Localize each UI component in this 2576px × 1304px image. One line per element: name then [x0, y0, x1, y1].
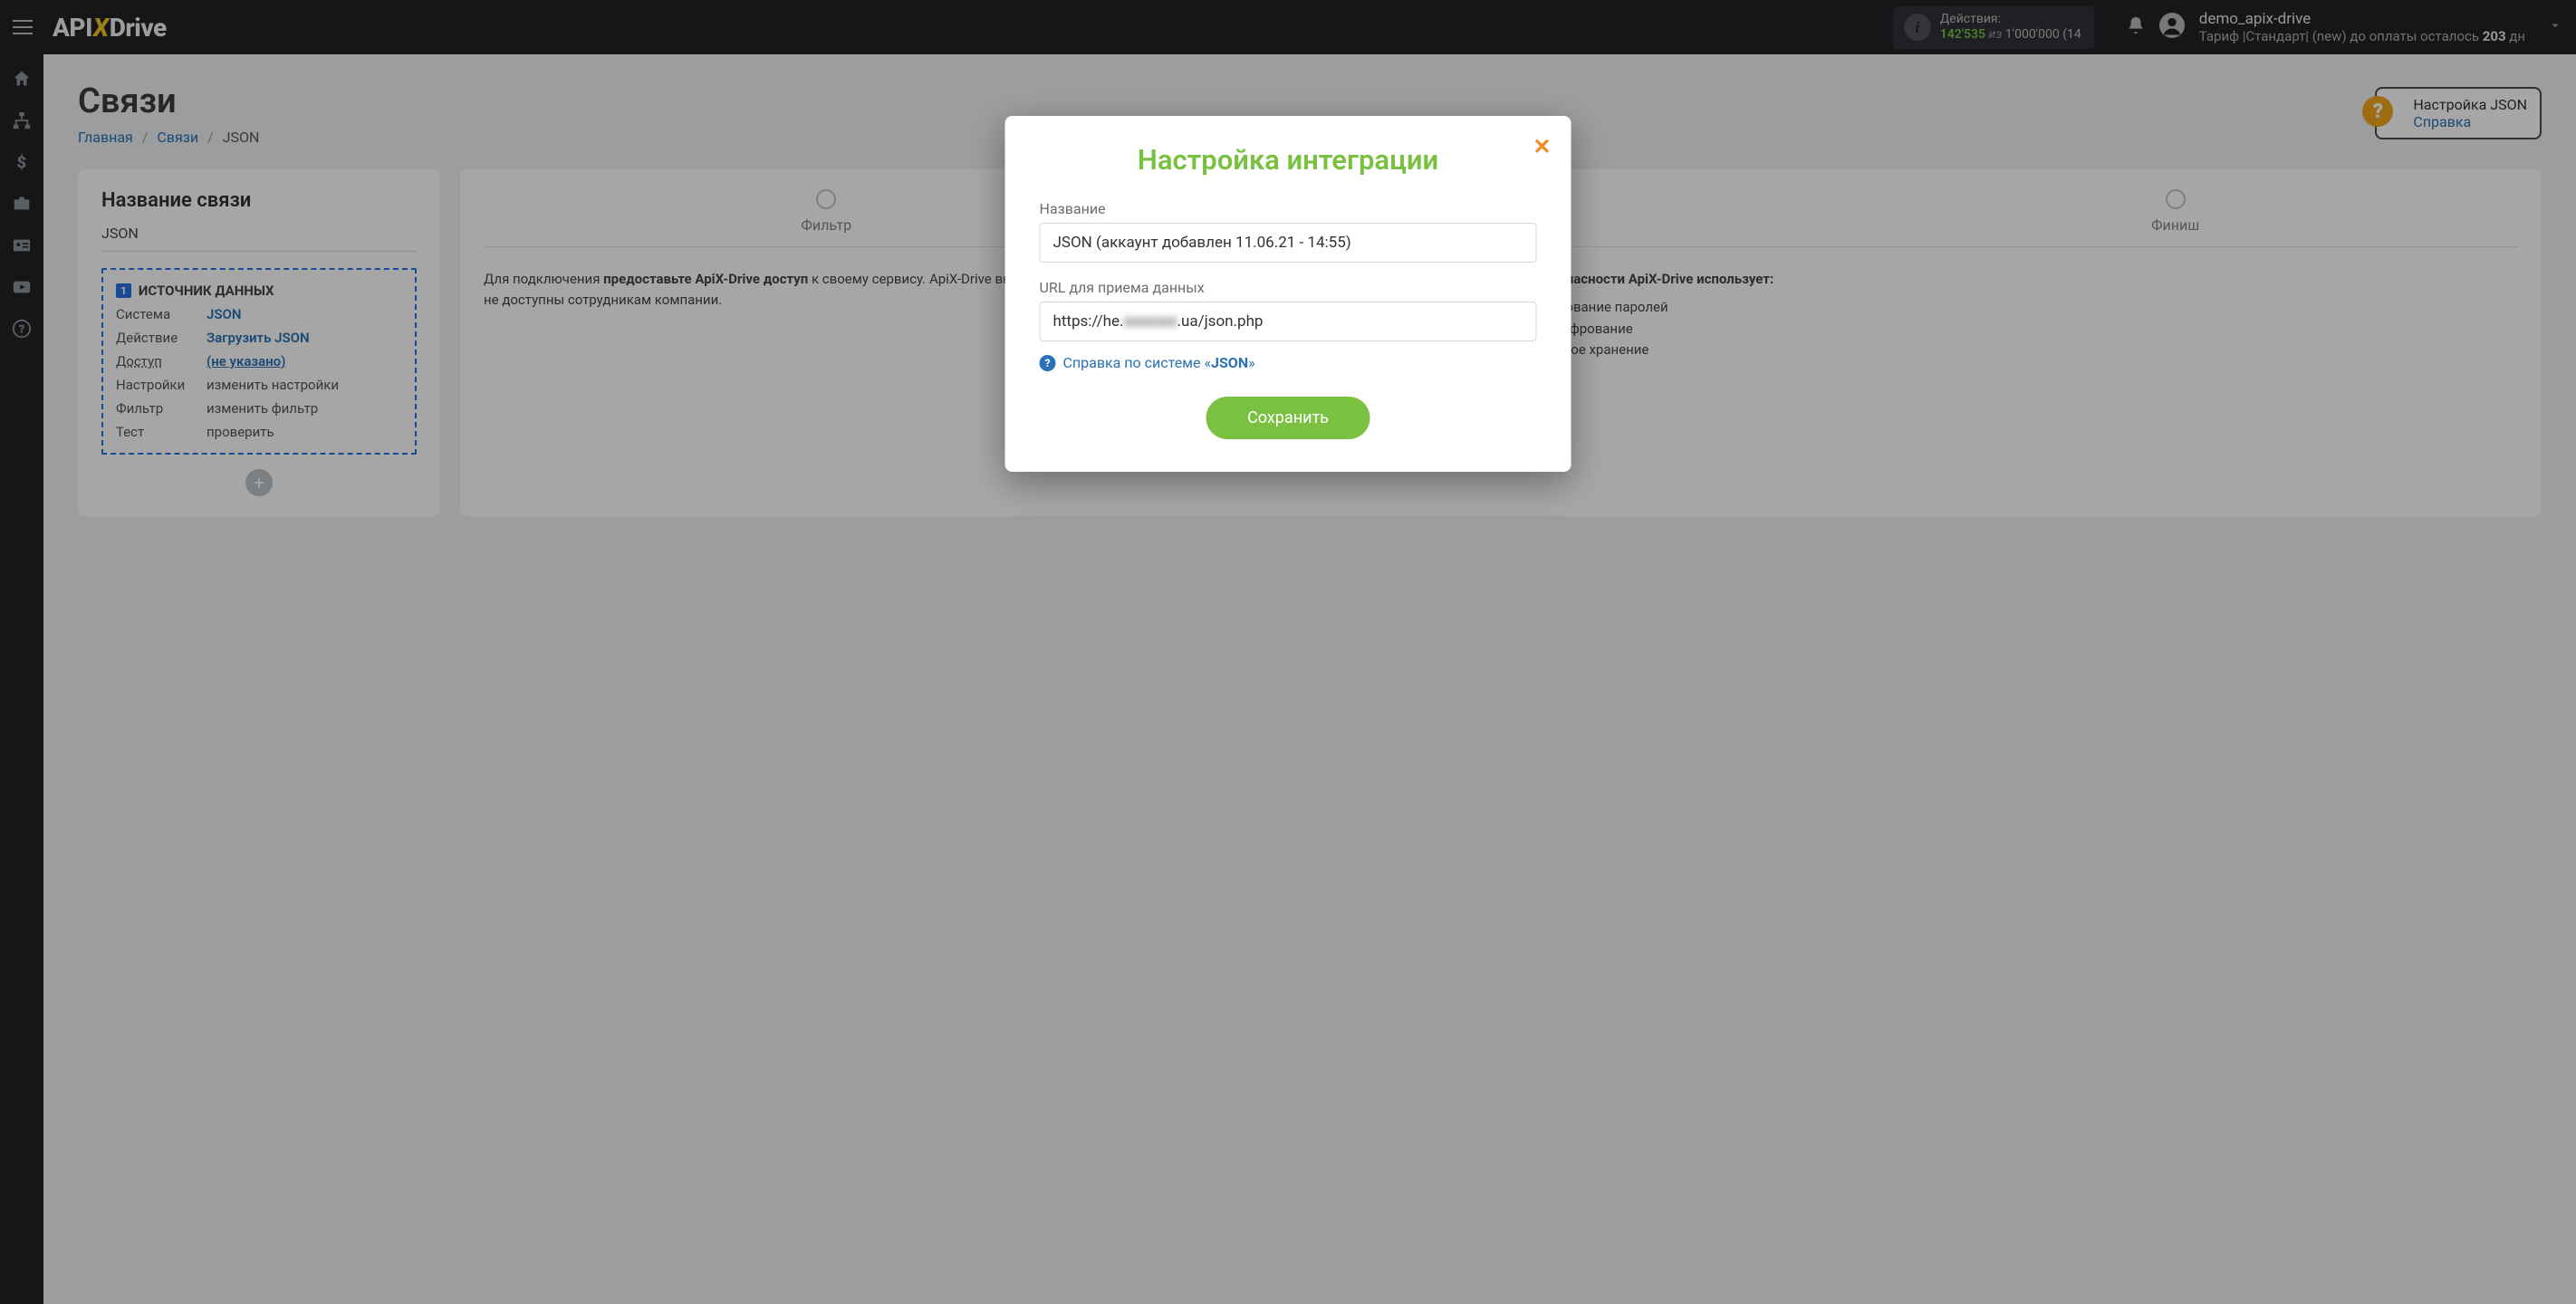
name-field-label: Название: [1040, 200, 1537, 217]
save-button[interactable]: Сохранить: [1206, 397, 1370, 439]
url-hidden-part: xxxxxxx: [1123, 312, 1177, 331]
name-input[interactable]: [1040, 223, 1537, 263]
modal-help-link[interactable]: ? Справка по системе «JSON»: [1040, 354, 1537, 371]
modal-title: Настройка интеграции: [1040, 143, 1537, 177]
modal-close-button[interactable]: ✕: [1533, 136, 1551, 158]
integration-settings-modal: ✕ Настройка интеграции Название URL для …: [1005, 116, 1572, 472]
question-small-icon: ?: [1040, 355, 1056, 371]
url-input[interactable]: https://he.xxxxxxx.ua/json.php: [1040, 302, 1537, 341]
url-field-label: URL для приема данных: [1040, 279, 1537, 296]
